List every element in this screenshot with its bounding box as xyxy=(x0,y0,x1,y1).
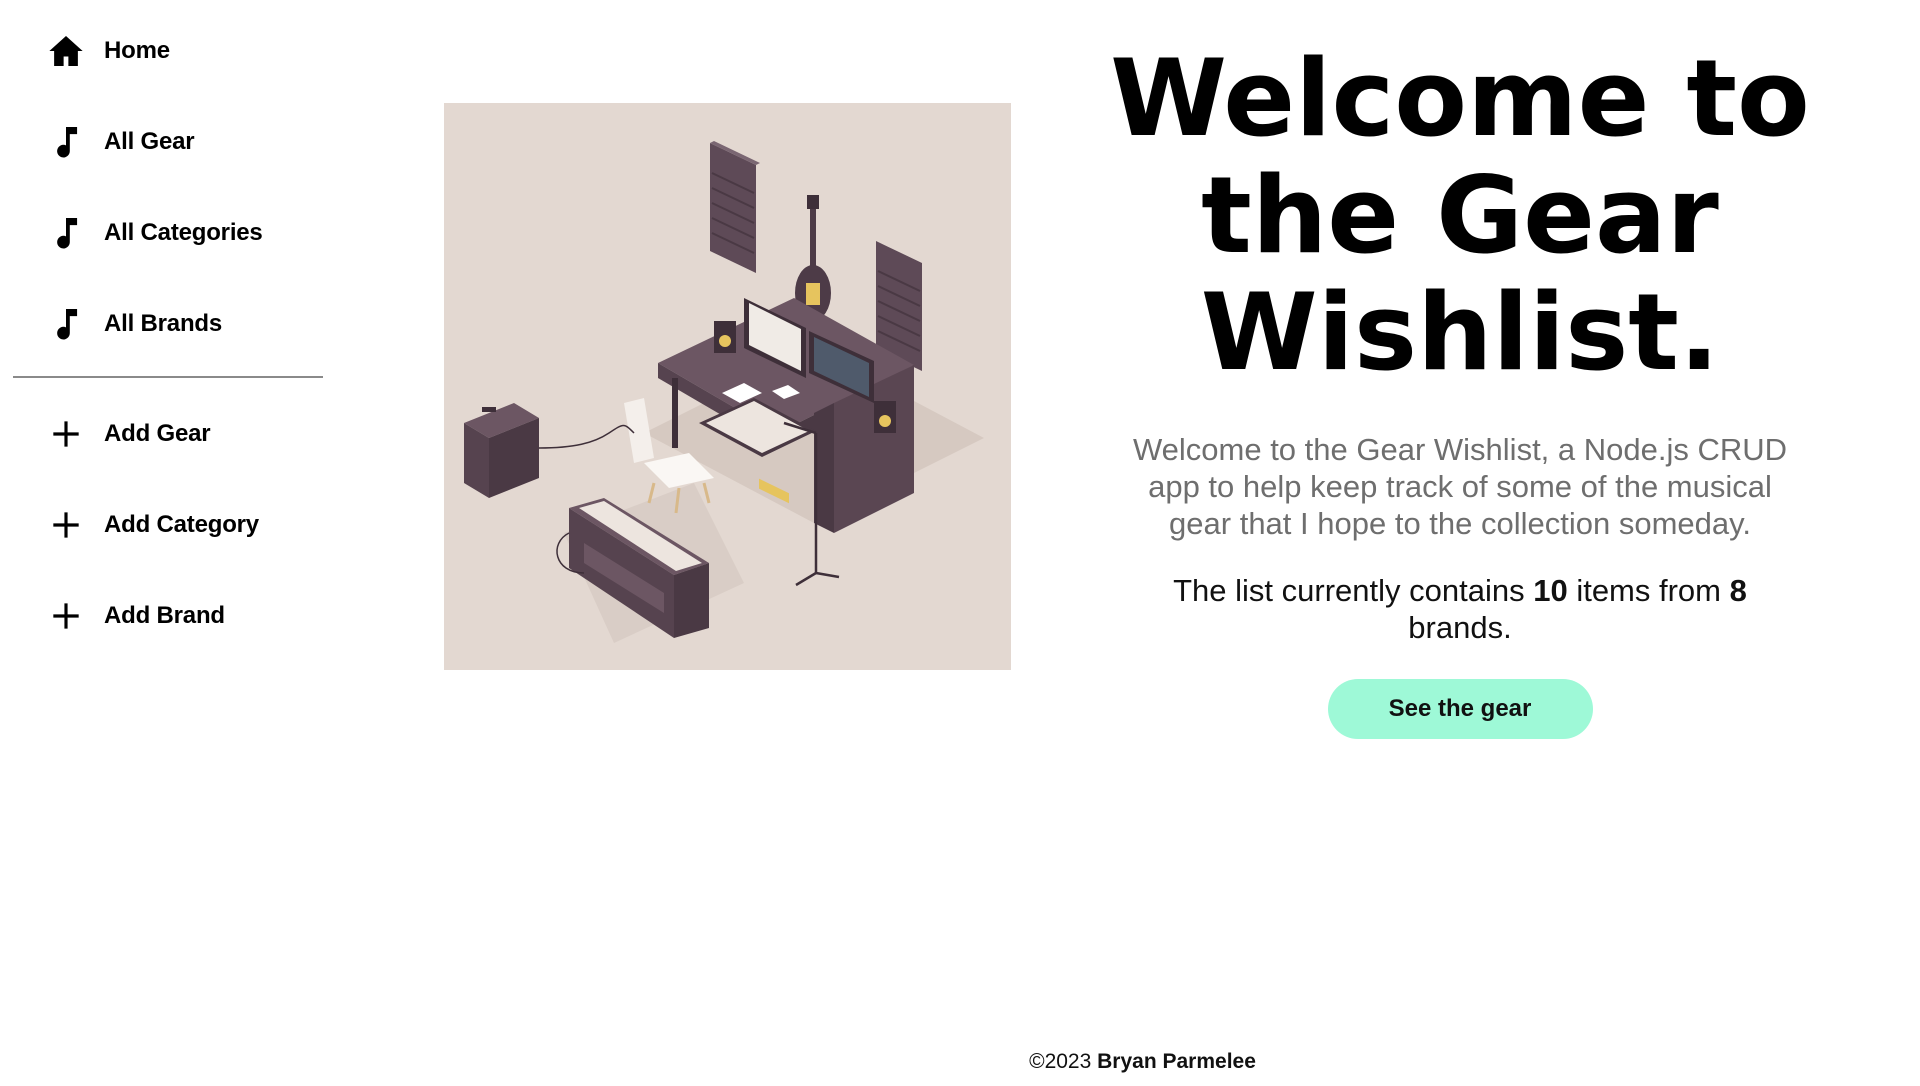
sidebar-item-label: All Gear xyxy=(104,128,195,155)
count-suffix: brands. xyxy=(1408,610,1512,645)
sidebar-item-label: Home xyxy=(104,37,170,64)
music-note-icon xyxy=(47,305,85,343)
footer: ©2023 Bryan Parmelee xyxy=(0,1050,1920,1074)
amplifier xyxy=(464,403,539,498)
sidebar-item-add-gear[interactable]: Add Gear xyxy=(47,412,211,456)
plus-icon xyxy=(47,415,85,453)
item-count-summary: The list currently contains 10 items fro… xyxy=(1120,572,1800,646)
acoustic-panel-left xyxy=(710,141,760,273)
sidebar-item-label: All Brands xyxy=(104,310,223,337)
plus-icon xyxy=(47,597,85,635)
sidebar-divider xyxy=(13,376,323,378)
music-note-icon xyxy=(47,123,85,161)
sidebar-item-add-brand[interactable]: Add Brand xyxy=(47,594,225,638)
plus-icon xyxy=(47,506,85,544)
music-note-icon xyxy=(47,214,85,252)
sidebar-item-all-brands[interactable]: All Brands xyxy=(47,302,222,346)
sidebar-item-label: Add Category xyxy=(104,511,259,538)
sidebar-item-label: All Categories xyxy=(104,219,263,246)
studio-illustration xyxy=(444,103,1011,670)
sidebar-item-label: Add Brand xyxy=(104,602,225,629)
page-title: Welcome to the Gear Wishlist. xyxy=(1110,40,1810,391)
title-line-3: Wishlist. xyxy=(1200,271,1720,394)
title-line-2: the Gear xyxy=(1201,154,1719,277)
title-line-1: Welcome to xyxy=(1110,37,1810,160)
sidebar-nav: Home All Gear All Categories All Brands … xyxy=(0,0,340,1086)
hero-section: Welcome to the Gear Wishlist. Welcome to… xyxy=(1110,40,1810,739)
sidebar-item-add-category[interactable]: Add Category xyxy=(47,503,259,547)
see-the-gear-button[interactable]: See the gear xyxy=(1327,679,1593,739)
home-icon xyxy=(47,32,85,70)
copyright-text: ©2023 xyxy=(1029,1050,1098,1073)
intro-text: Welcome to the Gear Wishlist, a Node.js … xyxy=(1132,432,1788,541)
sidebar-item-all-categories[interactable]: All Categories xyxy=(47,211,263,255)
item-count: 10 xyxy=(1533,573,1568,608)
sidebar-item-all-gear[interactable]: All Gear xyxy=(47,120,195,164)
count-middle: items from xyxy=(1567,573,1730,608)
count-prefix: The list currently contains xyxy=(1173,573,1534,608)
author-name: Bryan Parmelee xyxy=(1097,1050,1256,1073)
sidebar-item-home[interactable]: Home xyxy=(47,29,170,73)
sidebar-item-label: Add Gear xyxy=(104,420,211,447)
brand-count: 8 xyxy=(1729,573,1747,608)
